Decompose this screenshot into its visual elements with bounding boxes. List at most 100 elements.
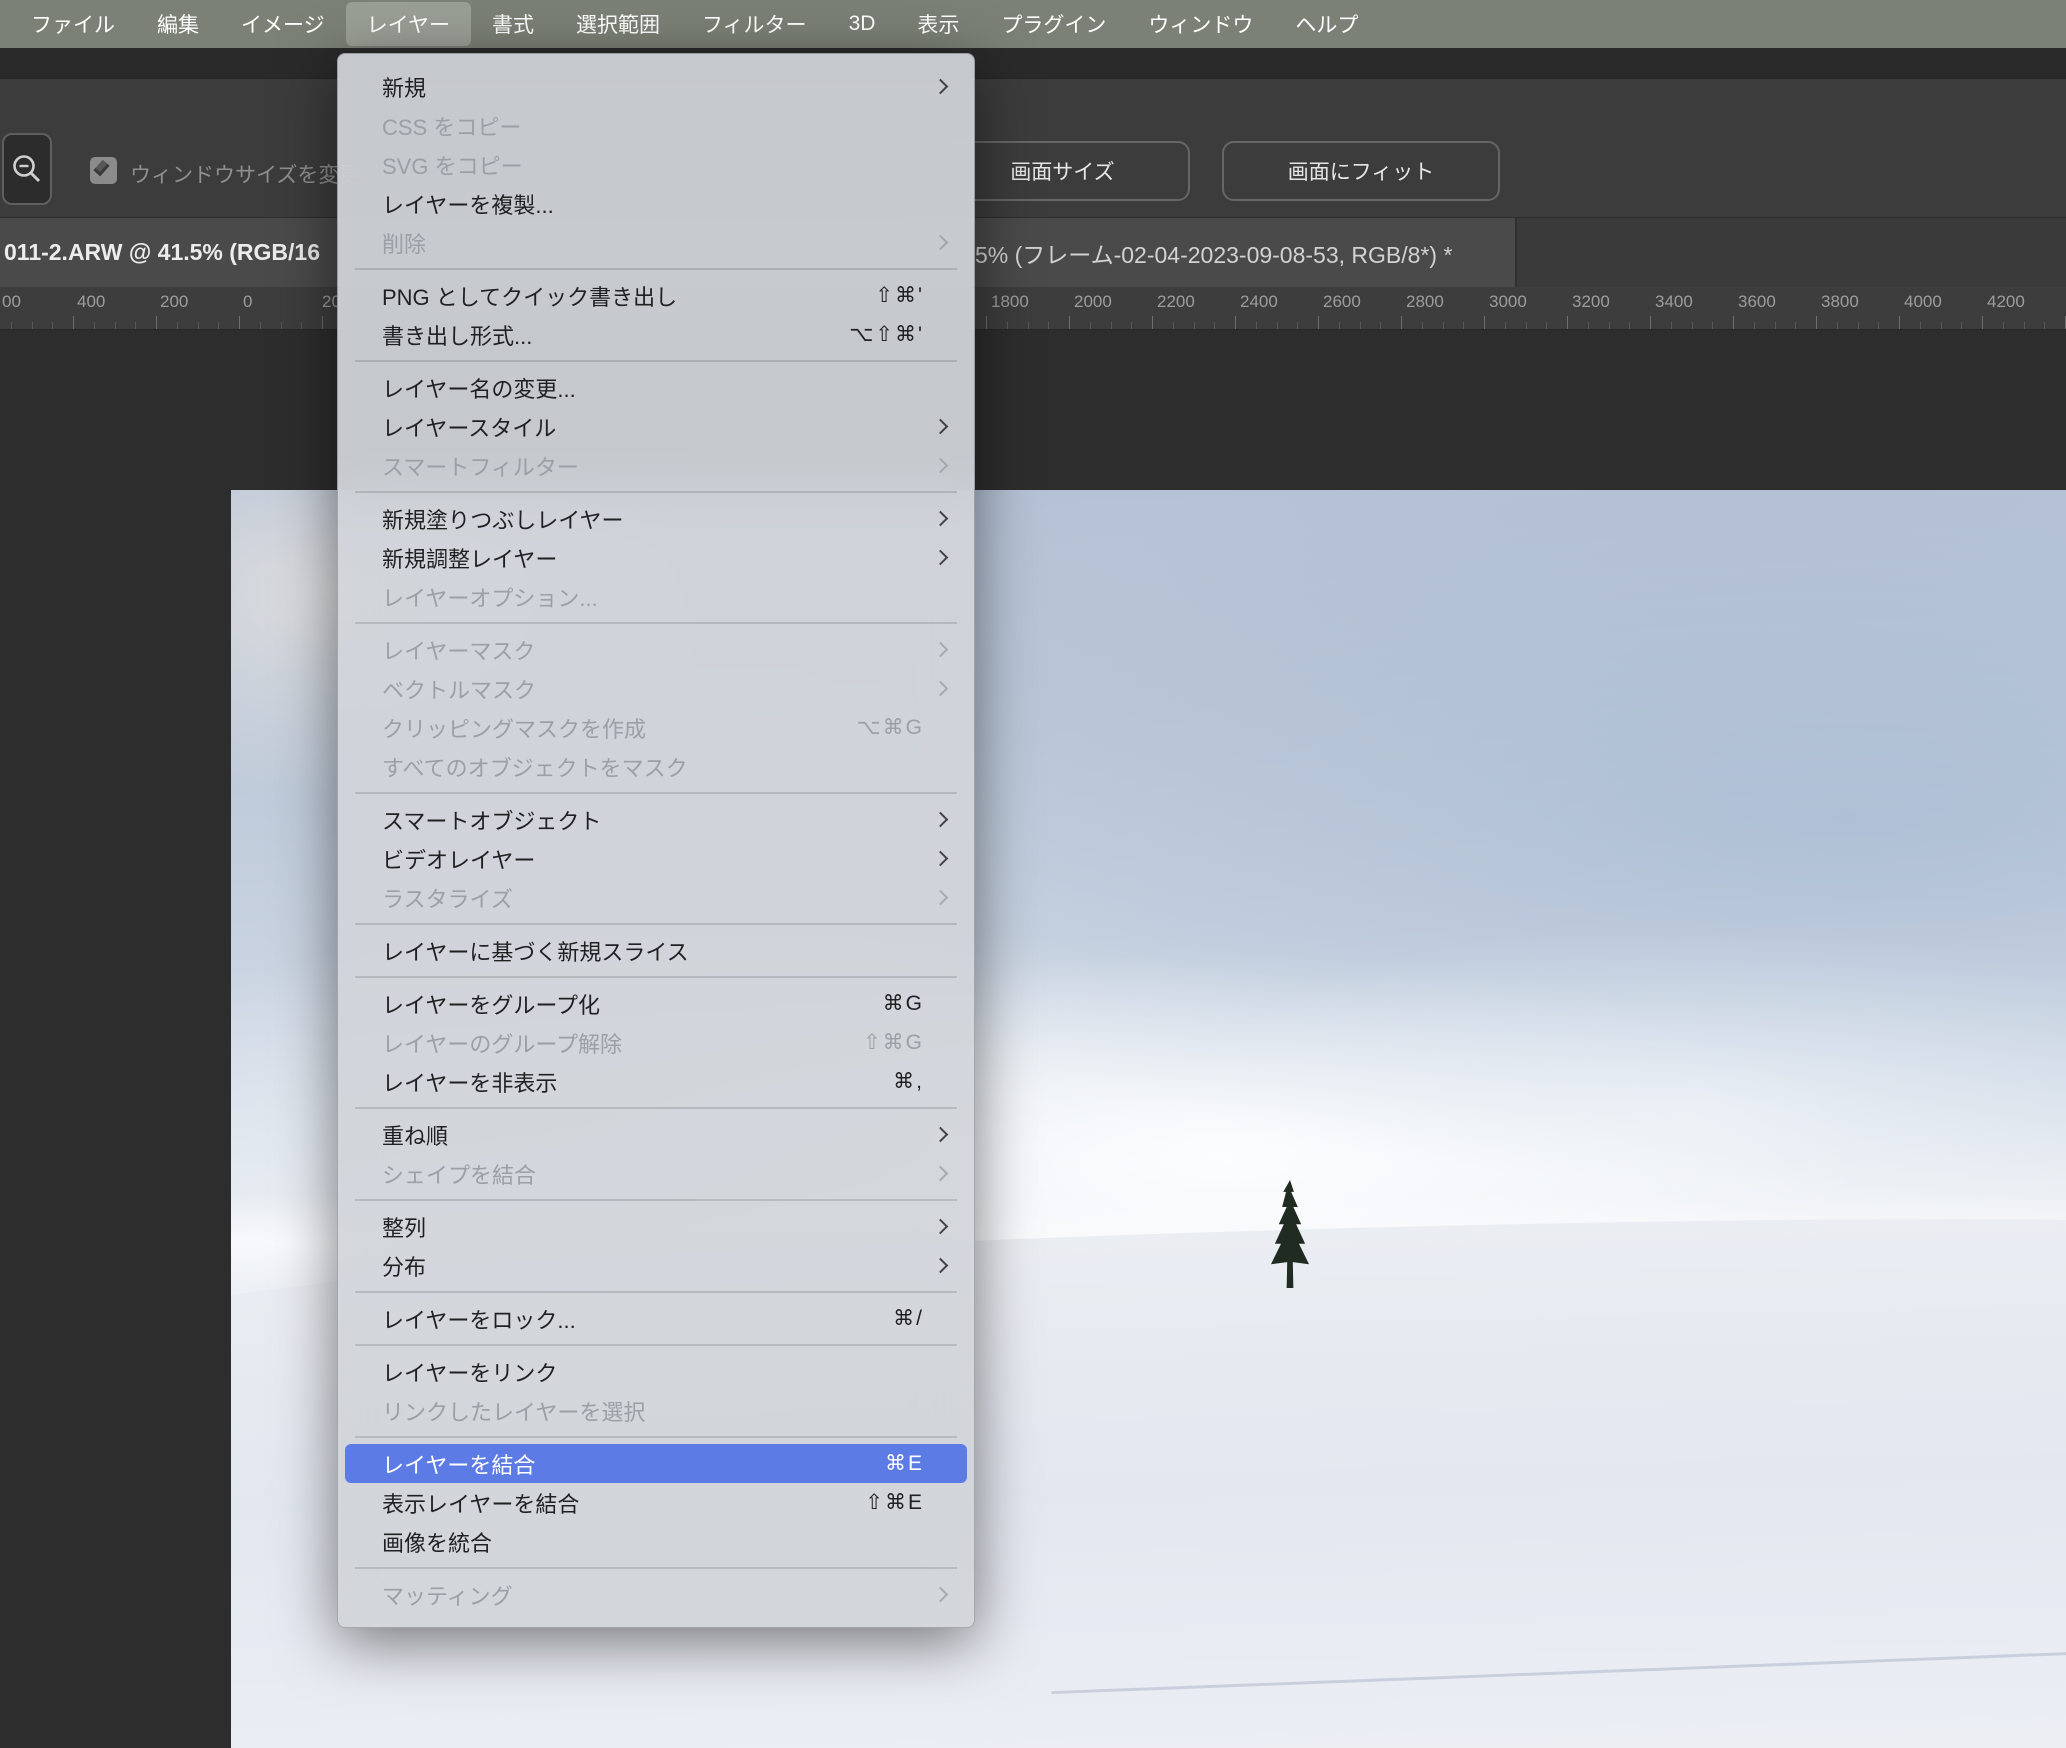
menubar-item-item[interactable]: プラグイン: [980, 2, 1127, 46]
menu-separator: [355, 1291, 957, 1293]
layer-menu-item: 削除: [338, 223, 974, 262]
menu-separator: [355, 1436, 957, 1438]
ruler-tick: [301, 322, 302, 329]
document-tab-right-title[interactable]: 5% (フレーム-02-04-2023-09-08-53, RGB/8*) *: [975, 236, 1452, 270]
layer-menu-item[interactable]: レイヤーをグループ化⌘G: [338, 984, 974, 1023]
menu-item-shortcut: ⌘E: [885, 1451, 924, 1476]
layer-menu-item[interactable]: 表示レイヤーを結合⇧⌘E: [338, 1483, 974, 1522]
layer-menu-item[interactable]: 新規: [338, 67, 974, 106]
canvas-pasteboard: [0, 330, 2066, 1748]
menubar-item-item[interactable]: ウィンドウ: [1127, 2, 1274, 46]
layer-menu-item[interactable]: 新規調整レイヤー: [338, 538, 974, 577]
layer-menu-item: ラスタライズ: [338, 878, 974, 917]
menu-item-label: 整列: [382, 1211, 426, 1243]
menubar-item-item[interactable]: イメージ: [220, 2, 346, 46]
layer-menu-item[interactable]: 重ね順: [338, 1115, 974, 1154]
ruler-label: 1800: [991, 292, 1029, 312]
layer-menu-item[interactable]: 分布: [338, 1246, 974, 1285]
layer-menu-item[interactable]: PNG としてクイック書き出し ⇧⌘': [338, 276, 974, 315]
menubar-item-item[interactable]: ヘルプ: [1274, 2, 1379, 46]
ruler-tick: [1712, 322, 1713, 329]
menu-separator: [355, 792, 957, 794]
layer-menu-item[interactable]: レイヤーをロック...⌘/: [338, 1299, 974, 1338]
ruler-tick: [115, 322, 116, 329]
submenu-chevron-icon: [933, 511, 949, 527]
layer-menu-item: CSS をコピー: [338, 106, 974, 145]
menu-item-label: レイヤーに基づく新規スライス: [382, 935, 689, 967]
menu-item-shortcut: ⇧⌘': [875, 283, 924, 308]
menu-item-label: CSS をコピー: [382, 110, 521, 142]
menubar-item-item[interactable]: ファイル: [10, 2, 136, 46]
layer-menu-item[interactable]: 画像を統合: [338, 1522, 974, 1561]
menu-item-shortcut: ⌘G: [883, 991, 924, 1016]
layer-menu-item: シェイプを結合: [338, 1154, 974, 1193]
ruler-tick: [1360, 322, 1361, 329]
ruler-tick: [1795, 322, 1796, 329]
ruler-label: 0: [243, 292, 252, 312]
layer-menu-item: マッティング: [338, 1575, 974, 1614]
submenu-chevron-icon: [933, 851, 949, 867]
ruler-tick: [1277, 322, 1278, 329]
menu-item-label: レイヤーマスク: [382, 634, 535, 666]
ruler-tick: [1463, 322, 1464, 329]
ruler-label: 3000: [1489, 292, 1527, 312]
ruler-tick: [1878, 322, 1879, 329]
window-chrome-strip: [0, 48, 2066, 78]
ruler-tick: [218, 322, 219, 329]
menu-item-label: レイヤー名の変更...: [382, 372, 576, 404]
menubar-item-item[interactable]: 表示: [896, 2, 980, 46]
horizontal-ruler: 0040020002018002000220024002600280030003…: [0, 287, 2066, 330]
menubar-item-layer-selected[interactable]: レイヤー: [346, 2, 471, 46]
ruler-label: 2200: [1157, 292, 1195, 312]
ruler-label: 3600: [1738, 292, 1776, 312]
menu-separator: [355, 1344, 957, 1346]
menubar-item-item[interactable]: フィルター: [681, 2, 828, 46]
layer-menu-item[interactable]: レイヤーを非表示⌘,: [338, 1062, 974, 1101]
ruler-tick: [1028, 322, 1029, 329]
menu-item-label: 新規塗りつぶしレイヤー: [382, 503, 624, 535]
ruler-tick: [1609, 322, 1610, 329]
ruler-tick: [1090, 322, 1091, 329]
layer-menu-item[interactable]: レイヤーを結合⌘E: [345, 1444, 967, 1483]
layer-menu-item[interactable]: 新規塗りつぶしレイヤー: [338, 499, 974, 538]
menu-item-label: レイヤーを非表示: [382, 1066, 557, 1098]
menu-separator: [355, 1567, 957, 1569]
resize-window-checkbox[interactable]: [90, 157, 117, 184]
checkmark-icon: [93, 160, 109, 176]
menubar-item-item[interactable]: 選択範囲: [555, 2, 681, 46]
ruler-tick: [1069, 316, 1070, 329]
ruler-tick: [1194, 322, 1195, 329]
menu-item-label: シェイプを結合: [382, 1158, 536, 1190]
layer-menu-item: すべてのオブジェクトをマスク: [338, 747, 974, 786]
menubar-item-item[interactable]: 編集: [136, 2, 220, 46]
layer-menu-item[interactable]: スマートオブジェクト: [338, 800, 974, 839]
menu-item-shortcut: ⌥⇧⌘': [849, 322, 924, 347]
menu-item-label: レイヤーのグループ解除: [382, 1027, 622, 1059]
menubar-item-item[interactable]: 3D: [828, 5, 897, 43]
ruler-tick: [1961, 322, 1962, 329]
ruler-tick: [1505, 322, 1506, 329]
submenu-chevron-icon: [933, 1587, 949, 1603]
layer-menu-item[interactable]: 書き出し形式...⌥⇧⌘': [338, 315, 974, 354]
layer-menu-item[interactable]: レイヤースタイル: [338, 407, 974, 446]
layer-menu-item[interactable]: レイヤーを複製...: [338, 184, 974, 223]
ruler-tick: [1982, 316, 1983, 329]
menu-separator: [355, 491, 957, 493]
ruler-tick: [1048, 322, 1049, 329]
ruler-tick: [1111, 322, 1112, 329]
layer-menu-item: リンクしたレイヤーを選択: [338, 1391, 974, 1430]
zoom-tool-button[interactable]: [2, 133, 52, 205]
ruler-tick: [1256, 322, 1257, 329]
layer-menu-item[interactable]: ビデオレイヤー: [338, 839, 974, 878]
menu-item-shortcut: ⇧⌘E: [865, 1490, 924, 1515]
menu-item-label: ラスタライズ: [382, 882, 513, 914]
submenu-chevron-icon: [933, 642, 949, 658]
menu-item-label: PNG としてクイック書き出し: [382, 280, 677, 312]
fit-to-screen-button[interactable]: 画面にフィット: [1222, 141, 1500, 201]
layer-menu-item: スマートフィルター: [338, 446, 974, 485]
layer-menu-item[interactable]: レイヤーをリンク: [338, 1352, 974, 1391]
layer-menu-item[interactable]: レイヤー名の変更...: [338, 368, 974, 407]
menubar-item-item[interactable]: 書式: [471, 2, 555, 46]
layer-menu-item[interactable]: 整列: [338, 1207, 974, 1246]
layer-menu-item[interactable]: レイヤーに基づく新規スライス: [338, 931, 974, 970]
